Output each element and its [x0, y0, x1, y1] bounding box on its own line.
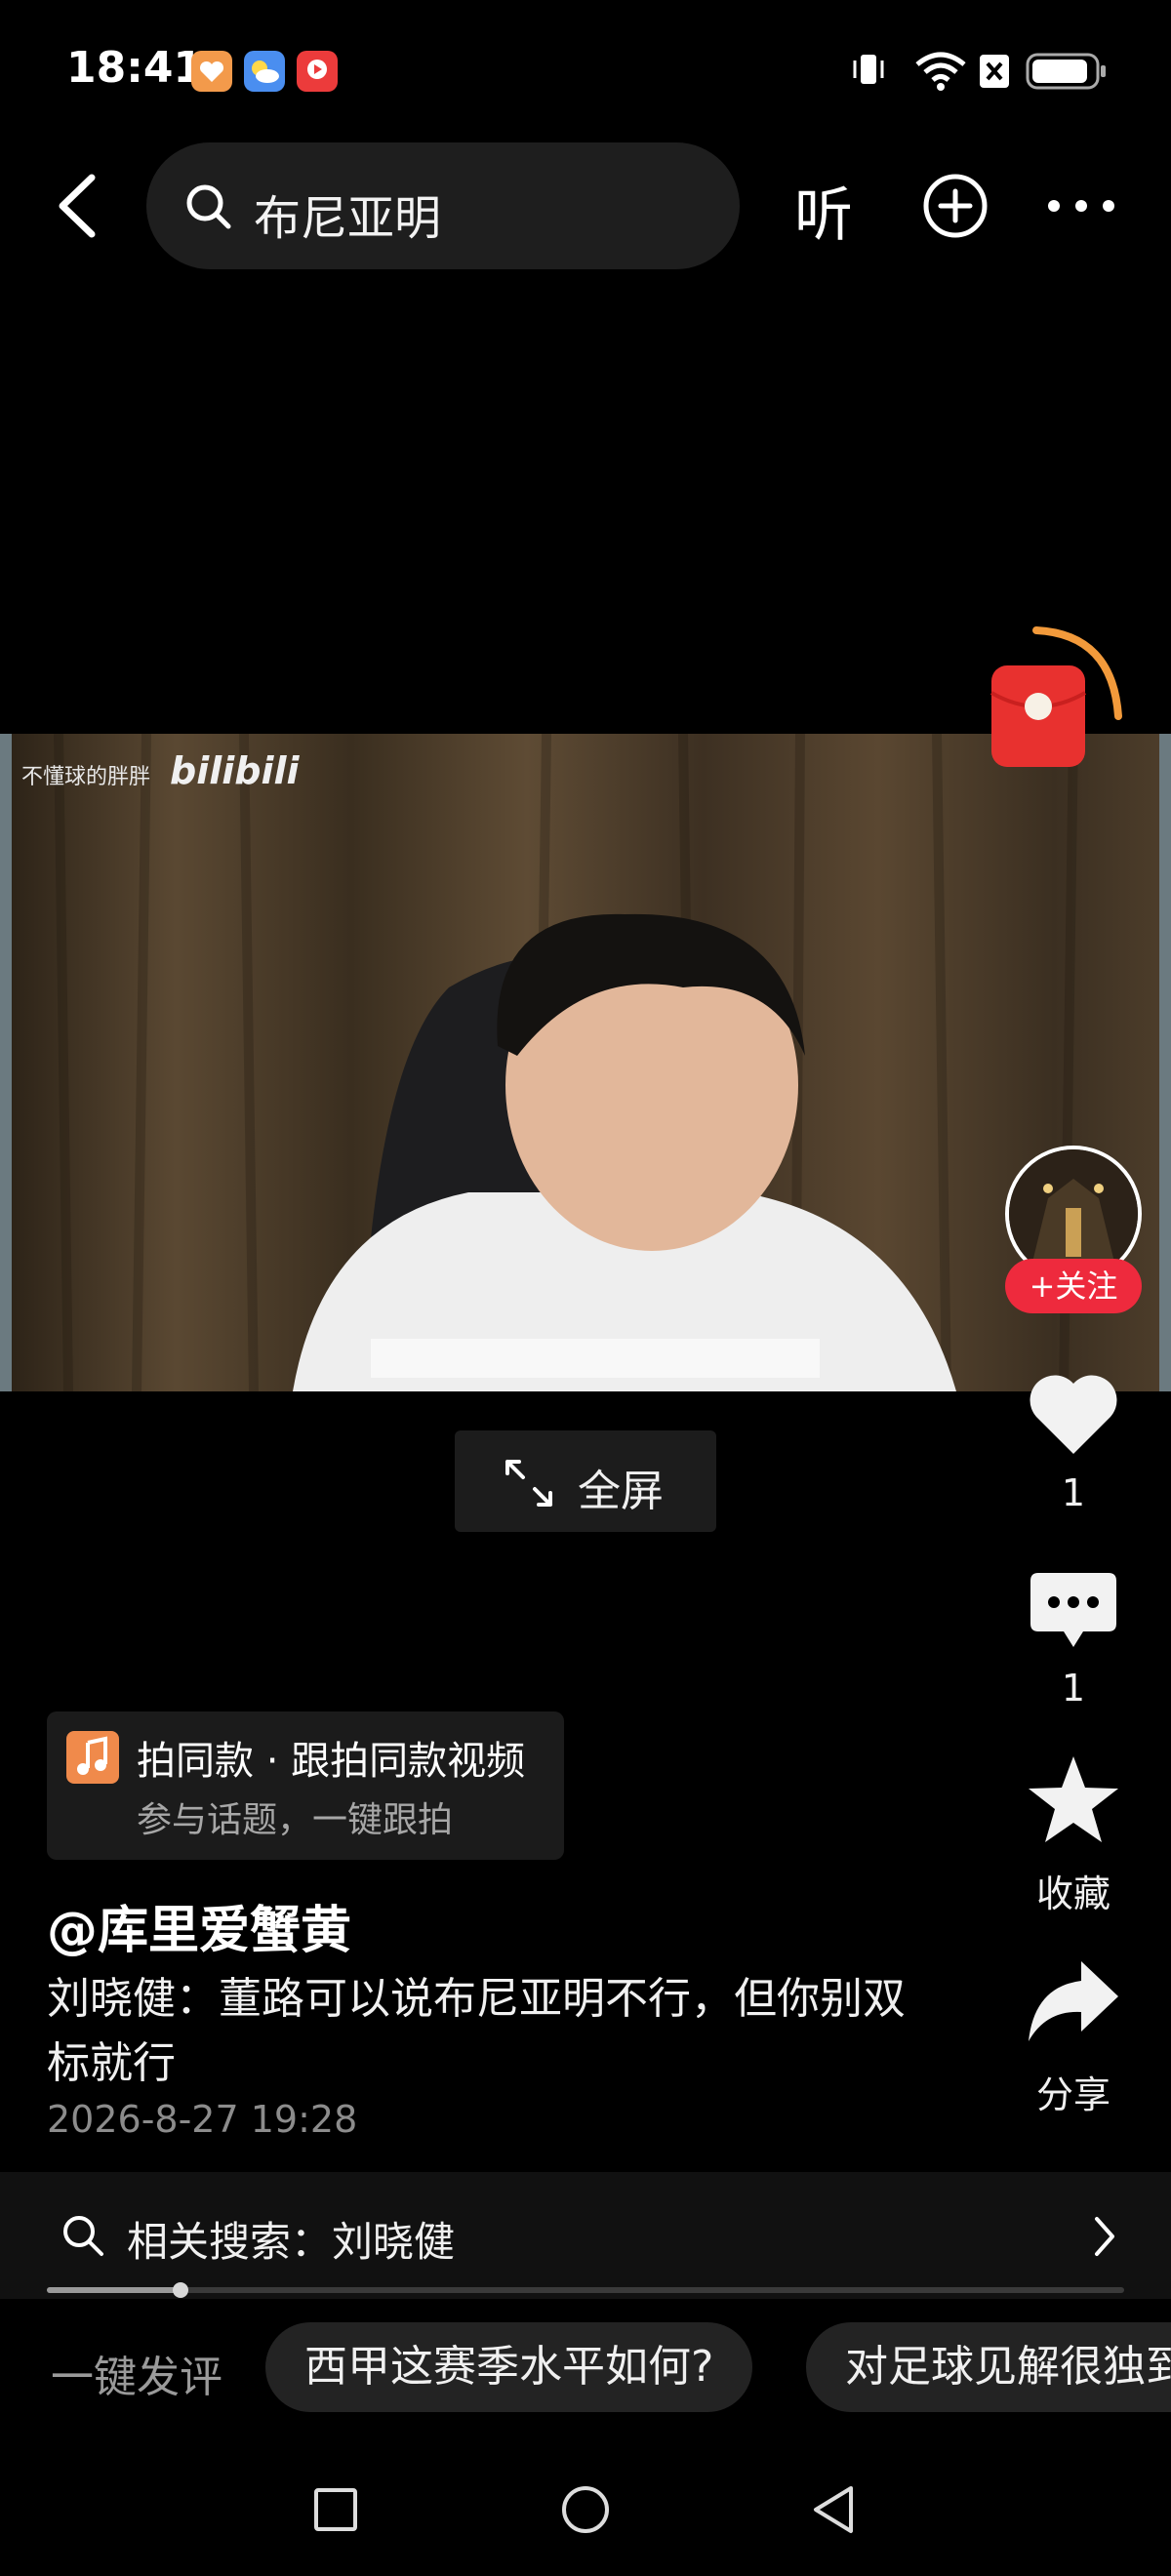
more-button[interactable] [1044, 191, 1118, 221]
clock: 18:41 [66, 43, 204, 93]
red-envelope-icon [989, 626, 1122, 767]
recent-apps-button[interactable] [312, 2486, 359, 2533]
star-icon [1029, 1756, 1118, 1842]
system-nav-bar [0, 2435, 1171, 2576]
quick-comment-bar: 一键发评 西甲这赛季水平如何? 对足球见解很独到 [0, 2299, 1171, 2435]
wifi-icon [913, 47, 968, 96]
search-input[interactable]: 布尼亚明 [146, 142, 740, 269]
sim-x-icon [978, 47, 1011, 96]
comment-chip[interactable]: 西甲这赛季水平如何? [265, 2322, 753, 2412]
home-button[interactable] [560, 2484, 611, 2535]
post-date: 2026-8-27 19:28 [47, 2098, 358, 2141]
follow-button[interactable]: +关注 [1005, 1259, 1142, 1313]
like-count: 1 [1061, 1471, 1086, 1514]
search-query: 布尼亚明 [254, 191, 442, 246]
challenge-card[interactable]: 拍同款 · 跟拍同款视频 参与话题，一键跟拍 [47, 1711, 564, 1860]
progress-fill [47, 2287, 181, 2293]
heart-icon [1030, 1375, 1117, 1454]
status-bar: 18:41 [0, 0, 1171, 137]
share-button[interactable] [1025, 1957, 1122, 2043]
weather-app-icon [244, 51, 285, 92]
comment-chip[interactable]: 对足球见解很独到 [806, 2322, 1171, 2412]
comment-button[interactable] [1027, 1569, 1120, 1655]
share-label: 分享 [1035, 2073, 1110, 2116]
chevron-left-icon [59, 174, 96, 238]
red-packet-button[interactable] [988, 624, 1124, 771]
share-arrow-icon [1029, 1961, 1118, 2041]
bilibili-logo: bilibili [170, 749, 300, 792]
progress-knob[interactable] [172, 2282, 188, 2298]
challenge-title: 拍同款 · 跟拍同款视频 [137, 1739, 526, 1784]
author-name[interactable]: @库里爱蟹黄 [47, 1889, 351, 1962]
favorite-button[interactable] [1025, 1752, 1122, 1846]
video-description: 刘晓健：董路可以说布尼亚明不行，但你别双标就行 [47, 1974, 906, 2088]
health-app-icon [191, 51, 232, 92]
fullscreen-label: 全屏 [578, 1467, 664, 1516]
back-button[interactable] [51, 172, 109, 240]
search-icon [63, 2216, 103, 2256]
chevron-right-icon [1095, 2217, 1114, 2256]
back-nav-button[interactable] [810, 2484, 857, 2535]
video-app-icon [297, 51, 338, 92]
vibrate-icon [849, 47, 888, 96]
more-dots-icon [1048, 200, 1114, 212]
video-progress-bar[interactable] [47, 2282, 1124, 2298]
fullscreen-button[interactable]: 全屏 [455, 1430, 716, 1532]
related-search-bar[interactable]: 相关搜索：刘晓健 [0, 2172, 1171, 2299]
expand-icon [505, 1460, 552, 1507]
listen-button[interactable]: 听 [794, 168, 853, 253]
add-button[interactable] [921, 172, 989, 240]
favorite-label: 收藏 [1035, 1872, 1110, 1915]
quick-comment-label: 一键发评 [51, 2353, 222, 2402]
search-icon [186, 184, 231, 229]
comment-bubble-icon [1030, 1573, 1116, 1647]
video-player[interactable]: 不懂球的胖胖 bilibili [0, 734, 1171, 1391]
video-frame [0, 734, 1171, 1391]
music-note-icon [66, 1731, 119, 1784]
plus-circle-icon [923, 174, 988, 238]
challenge-subtitle: 参与话题，一键跟拍 [137, 1800, 454, 1840]
battery-icon [1025, 47, 1109, 96]
video-watermark-channel: 不懂球的胖胖 [21, 765, 151, 789]
like-button[interactable] [1027, 1368, 1120, 1458]
related-search-label: 相关搜索：刘晓健 [127, 2218, 456, 2266]
comment-count: 1 [1061, 1667, 1086, 1710]
